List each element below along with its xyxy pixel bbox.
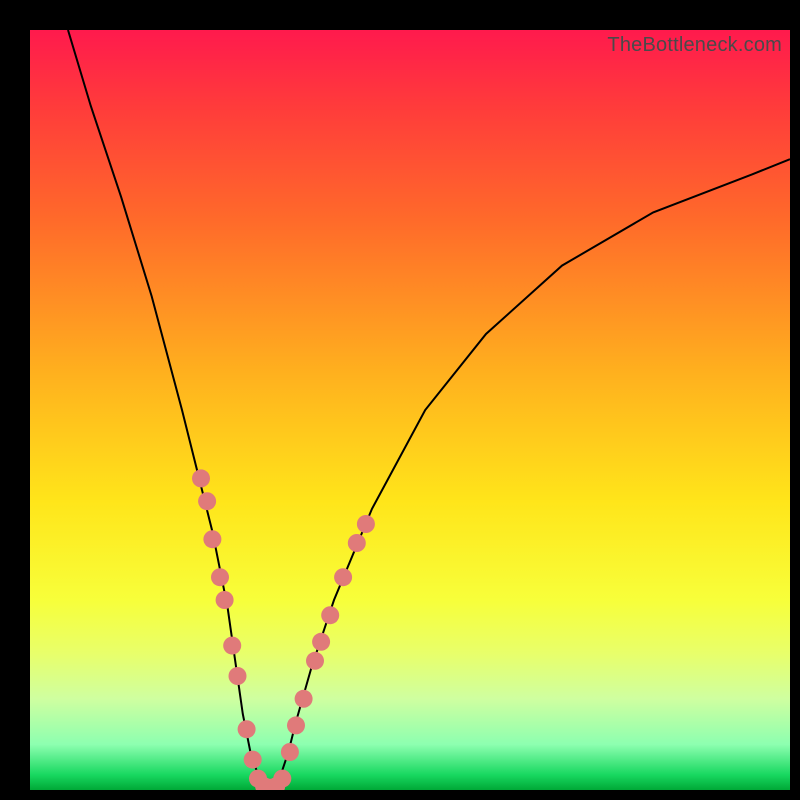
data-marker: [312, 633, 330, 651]
data-marker: [244, 751, 262, 769]
bottleneck-curve: [68, 30, 790, 790]
chart-svg: [30, 30, 790, 790]
plot-area: TheBottleneck.com: [30, 30, 790, 790]
data-marker: [192, 469, 210, 487]
data-marker: [223, 637, 241, 655]
data-marker: [357, 515, 375, 533]
data-marker: [238, 720, 256, 738]
data-marker: [295, 690, 313, 708]
data-marker: [203, 530, 221, 548]
data-marker: [334, 568, 352, 586]
chart-frame: TheBottleneck.com: [0, 0, 800, 800]
data-marker: [348, 534, 366, 552]
data-marker: [321, 606, 339, 624]
data-marker: [229, 667, 247, 685]
data-marker: [273, 770, 291, 788]
data-marker: [281, 743, 299, 761]
data-marker: [211, 568, 229, 586]
data-marker: [198, 492, 216, 510]
data-marker: [216, 591, 234, 609]
curve-markers: [192, 469, 375, 790]
data-marker: [287, 716, 305, 734]
data-marker: [306, 652, 324, 670]
